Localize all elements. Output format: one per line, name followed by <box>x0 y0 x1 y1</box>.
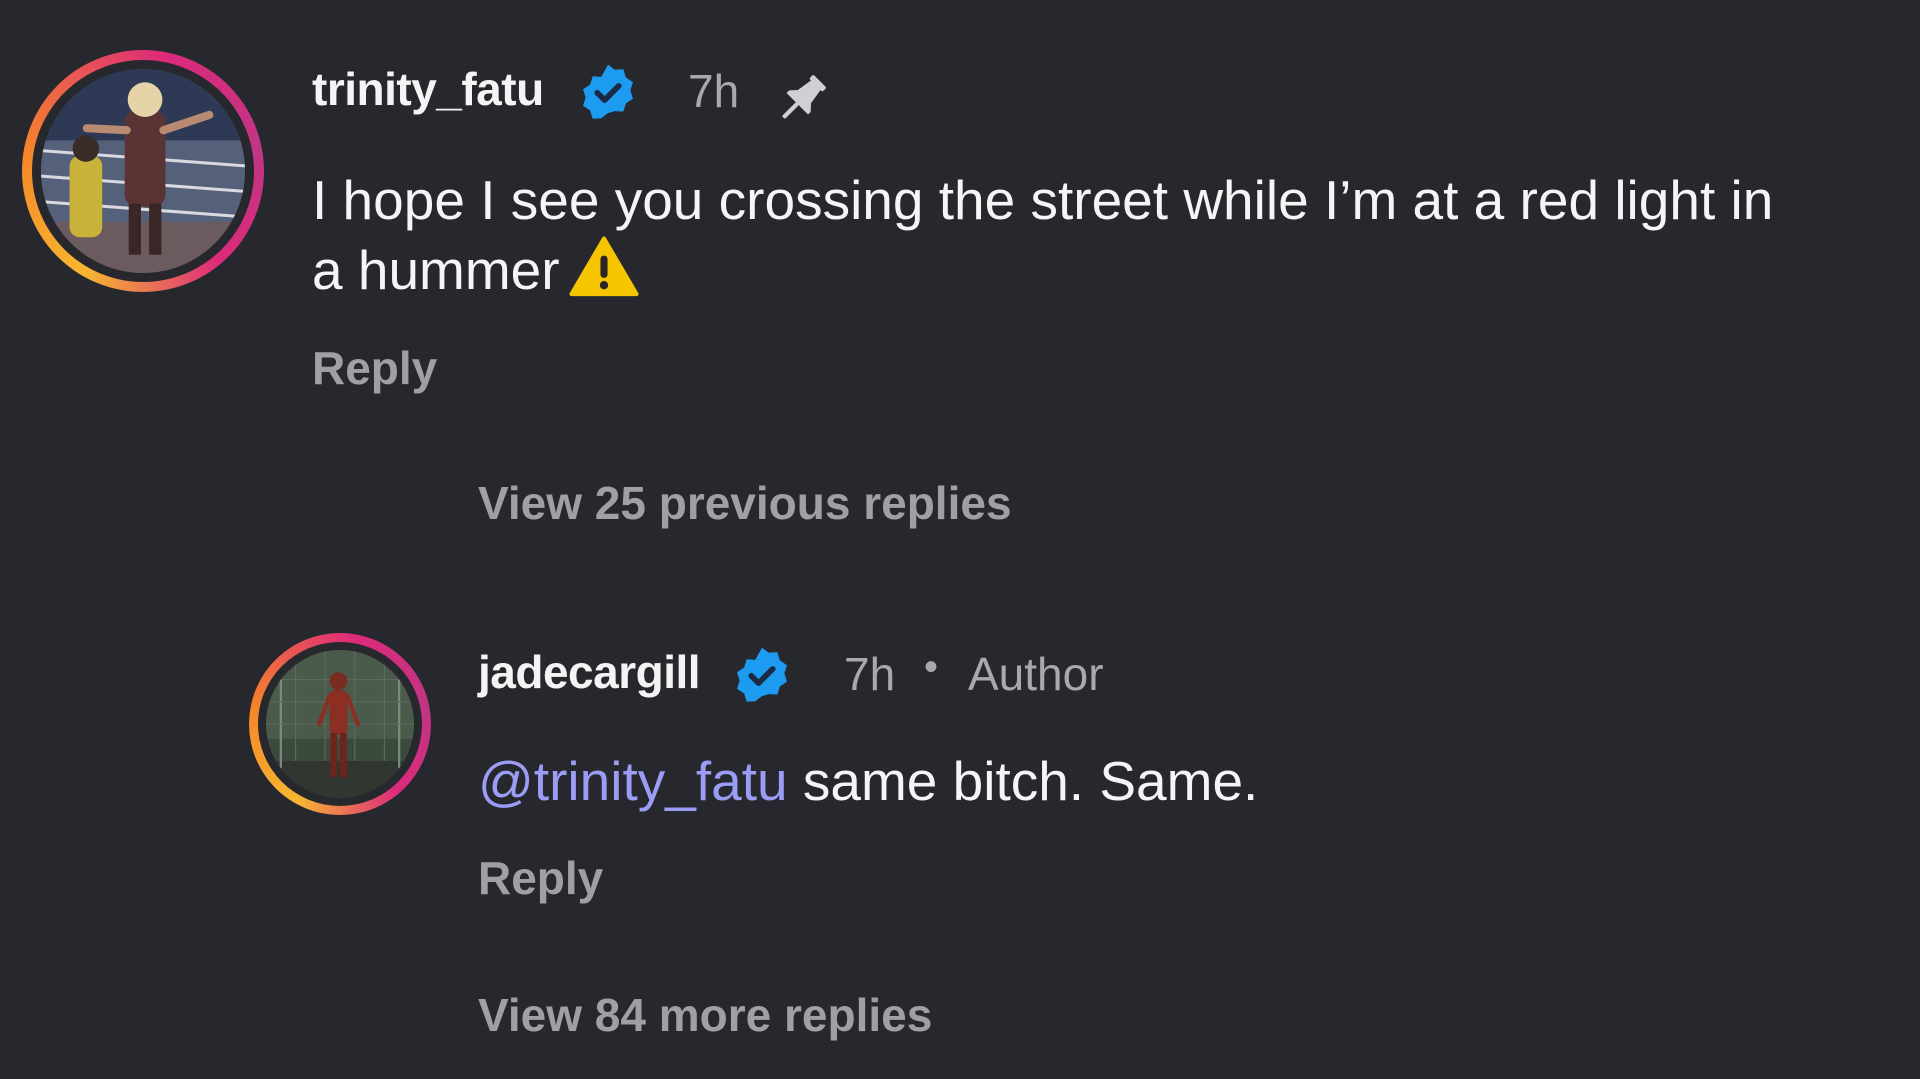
reply-text-body: same bitch. Same. <box>787 750 1259 812</box>
reply-text: @trinity_fatu same bitch. Same. <box>478 746 1258 816</box>
avatar-photo-wrestling-ring <box>41 69 245 273</box>
comment-text-line1: I hope I see you crossing the street whi… <box>312 169 1774 231</box>
reply-button[interactable]: Reply <box>478 851 603 905</box>
comment-text-hummer: a hummer <box>312 239 560 301</box>
mention-link[interactable]: @trinity_fatu <box>478 750 788 812</box>
author-label: Author <box>968 648 1104 700</box>
view-more-replies-button[interactable]: View 84 more replies <box>478 988 932 1042</box>
verified-badge-icon <box>583 64 633 119</box>
reply-button[interactable]: Reply <box>312 341 437 395</box>
reply-username[interactable]: jadecargill <box>478 645 701 699</box>
verified-badge-icon <box>737 647 787 702</box>
view-previous-replies-button[interactable]: View 25 previous replies <box>478 476 1012 530</box>
pin-icon <box>782 75 826 119</box>
warning-emoji-icon <box>569 236 639 297</box>
avatar[interactable] <box>41 69 245 273</box>
comment-username[interactable]: trinity_fatu <box>312 62 544 116</box>
comment-time: 7h <box>688 65 740 117</box>
reply-time: 7h <box>844 648 896 700</box>
comment-text-line2: a hummer <box>312 235 640 305</box>
comments-screen: trinity_fatu 7h I hope I see you crossin… <box>0 0 1920 1079</box>
avatar[interactable] <box>266 650 414 798</box>
meta-separator: • <box>924 645 939 689</box>
avatar-photo-standing-figure <box>266 650 414 798</box>
